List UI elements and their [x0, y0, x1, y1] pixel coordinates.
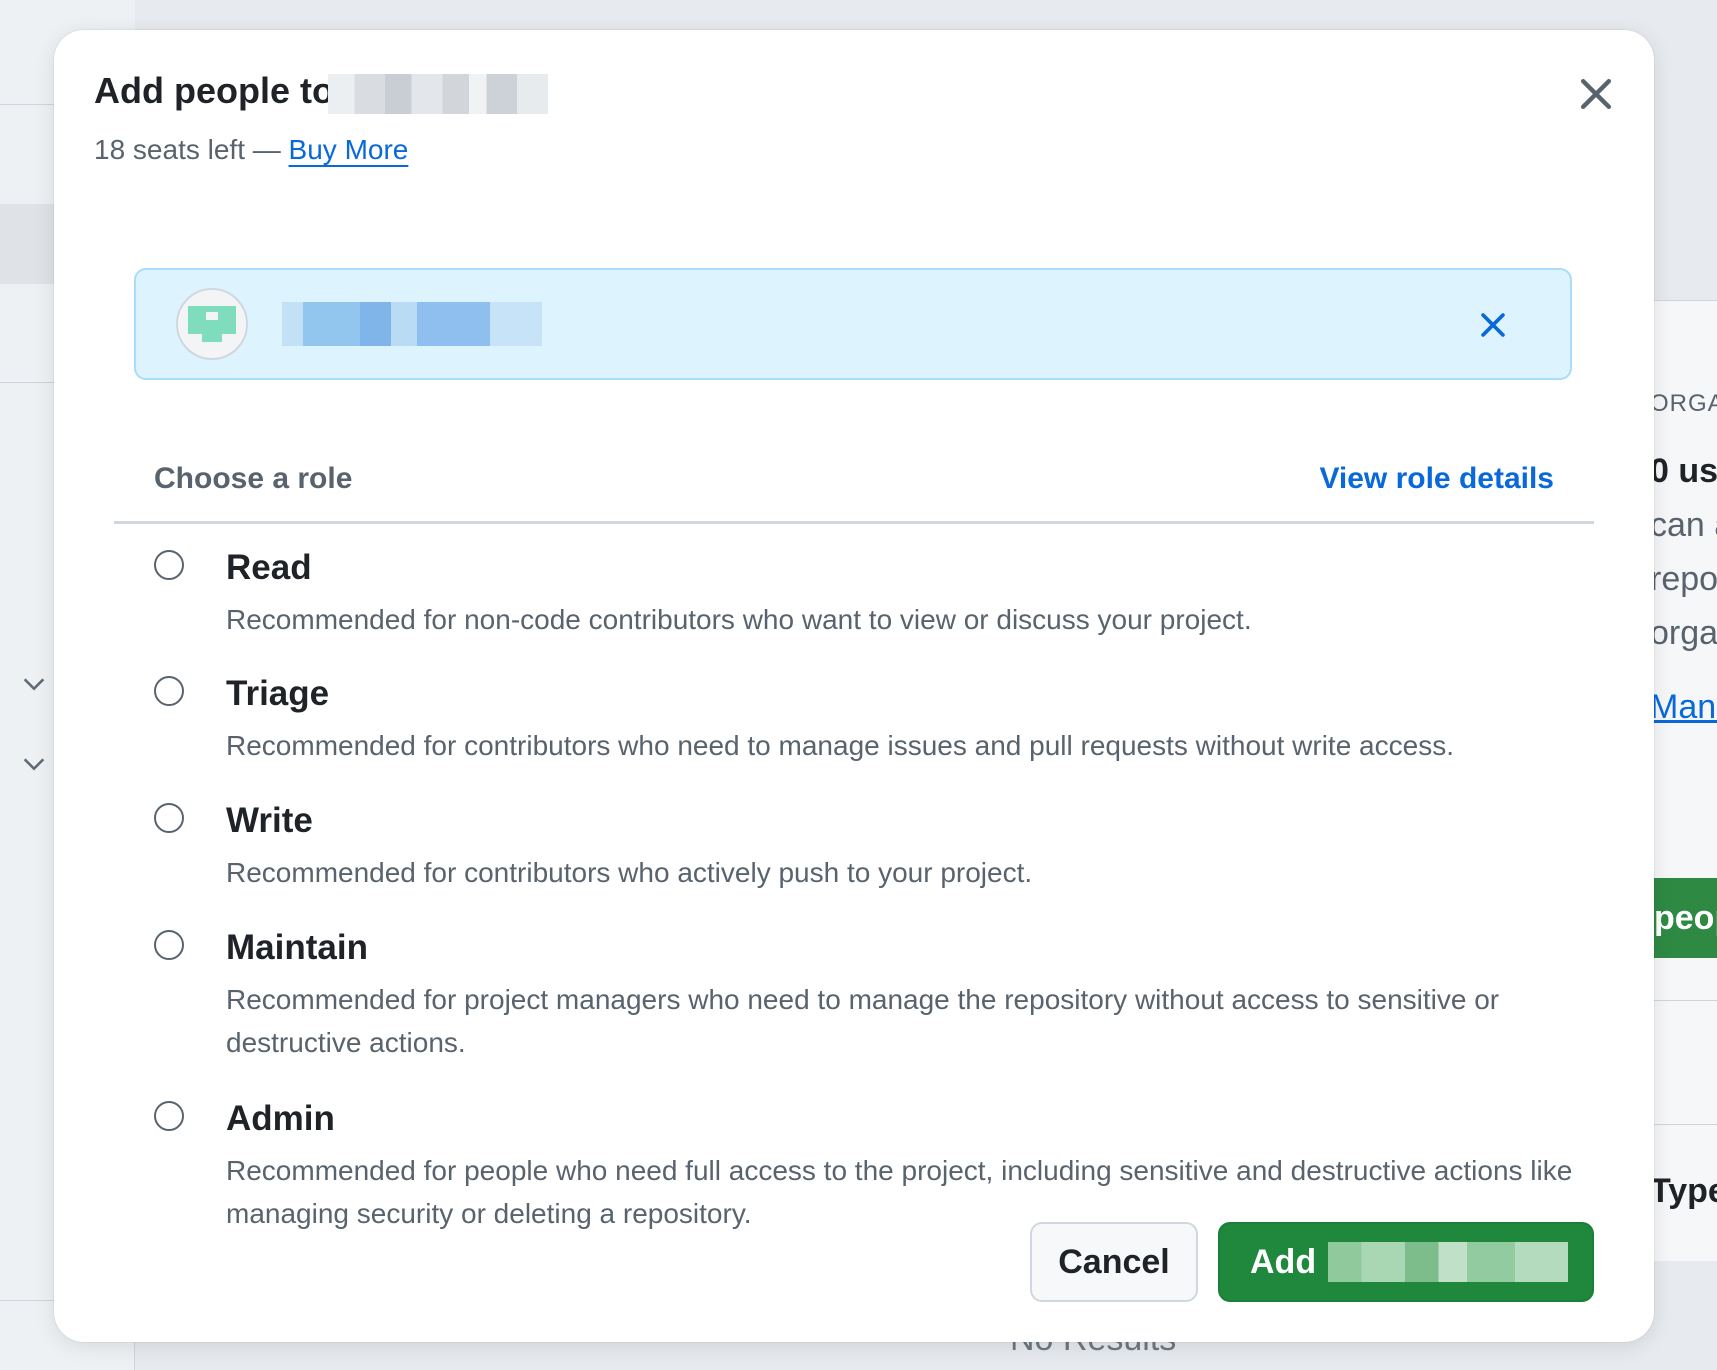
- role-description: Recommended for non-code contributors wh…: [226, 604, 1252, 635]
- buy-more-link[interactable]: Buy More: [289, 134, 409, 165]
- background-text: can a: [1650, 506, 1717, 544]
- seats-left-text: 18 seats left —: [94, 134, 281, 165]
- dialog-title: Add people to: [94, 70, 334, 111]
- choose-role-label: Choose a role: [154, 462, 353, 495]
- identicon-icon: [188, 306, 236, 342]
- role-name: Read: [226, 548, 312, 587]
- background-selected-nav-item: [0, 204, 56, 284]
- add-people-dialog: Add people to 18 seats left — Buy More C…: [54, 30, 1654, 1342]
- avatar: [176, 288, 248, 360]
- close-icon[interactable]: [1574, 72, 1618, 116]
- background-divider: [0, 104, 56, 105]
- role-radio-read[interactable]: [154, 550, 184, 580]
- role-header: Choose a role View role details: [114, 430, 1594, 524]
- background-divider: [1650, 1000, 1717, 1001]
- selected-user: [134, 268, 1572, 380]
- background-org-label: ORGAN: [1650, 390, 1717, 417]
- role-radio-triage[interactable]: [154, 676, 184, 706]
- add-button-label: Add: [1250, 1243, 1317, 1281]
- redacted-repository-name: [328, 74, 548, 114]
- role-description: Recommended for contributors who need to…: [226, 730, 1454, 761]
- role-radio-maintain[interactable]: [154, 930, 184, 960]
- background-add-people-button: peop: [1648, 878, 1717, 958]
- cancel-button[interactable]: Cancel: [1030, 1222, 1198, 1302]
- chevron-down-icon: [23, 758, 45, 771]
- role-name: Triage: [226, 674, 330, 713]
- role-radio-write[interactable]: [154, 803, 184, 833]
- role-radio-admin[interactable]: [154, 1101, 184, 1131]
- role-name: Admin: [226, 1099, 335, 1138]
- seats-info: 18 seats left — Buy More: [94, 134, 408, 166]
- remove-user-icon[interactable]: [1476, 308, 1510, 342]
- background-link: Mana: [1650, 688, 1717, 726]
- role-description: Recommended for project managers who nee…: [226, 984, 1500, 1058]
- background-text: repo: [1650, 560, 1717, 598]
- chevron-down-icon: [23, 678, 45, 691]
- background-divider: [0, 1300, 56, 1301]
- redacted-username: [1328, 1242, 1568, 1282]
- role-description: Recommended for contributors who activel…: [226, 857, 1033, 888]
- background-divider: [0, 382, 56, 383]
- add-collaborator-button[interactable]: Add: [1218, 1222, 1594, 1302]
- role-name: Write: [226, 801, 313, 840]
- background-type-label: Type: [1650, 1172, 1717, 1210]
- background-divider: [1650, 1124, 1717, 1125]
- role-name: Maintain: [226, 928, 368, 967]
- redacted-username: [282, 302, 542, 346]
- background-text: orga: [1650, 614, 1717, 652]
- view-role-details-link[interactable]: View role details: [1319, 462, 1554, 496]
- background-text: 0 user: [1650, 452, 1717, 490]
